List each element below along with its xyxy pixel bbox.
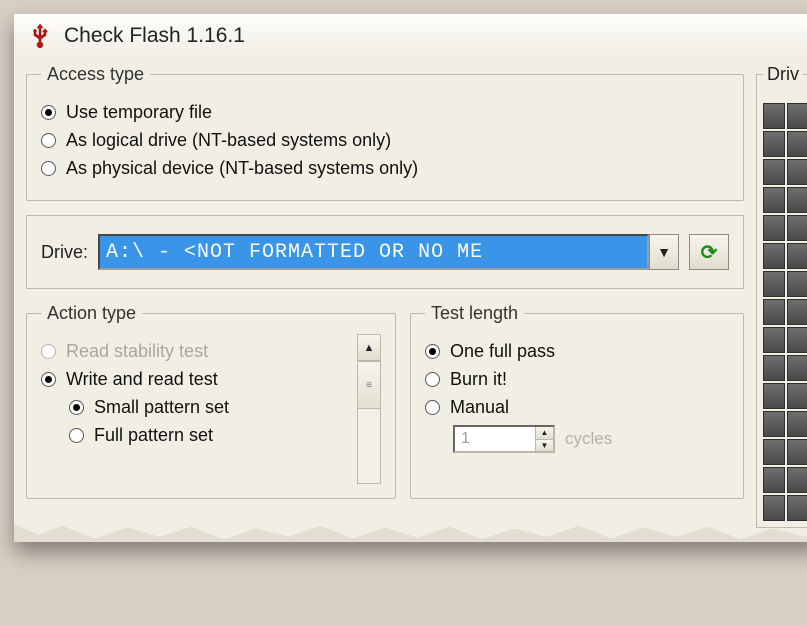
- map-cell: [763, 299, 785, 325]
- radio-icon: [69, 400, 84, 415]
- radio-icon: [425, 344, 440, 359]
- test-length-option-onepass[interactable]: One full pass: [425, 341, 729, 362]
- access-type-option-physical[interactable]: As physical device (NT-based systems onl…: [41, 158, 729, 179]
- radio-label: Read stability test: [66, 341, 208, 362]
- drive-dropdown-button[interactable]: ▼: [649, 234, 679, 270]
- map-cell: [787, 355, 807, 381]
- scroll-thumb[interactable]: ≡: [358, 361, 380, 409]
- app-window: Check Flash 1.16.1 Access type Use tempo…: [14, 14, 807, 542]
- map-cell: [763, 383, 785, 409]
- map-cell: [763, 103, 785, 129]
- map-cell: [787, 131, 807, 157]
- test-length-option-burn[interactable]: Burn it!: [425, 369, 729, 390]
- cycles-spinner[interactable]: ▲ ▼: [453, 425, 555, 453]
- map-cell: [763, 187, 785, 213]
- map-cell: [763, 215, 785, 241]
- access-type-option-temp-file[interactable]: Use temporary file: [41, 102, 729, 123]
- radio-icon: [41, 105, 56, 120]
- pattern-option-full[interactable]: Full pattern set: [69, 425, 351, 446]
- drive-map-grid: [763, 95, 807, 521]
- access-type-group: Access type Use temporary file As logica…: [26, 64, 744, 201]
- action-type-group: Action type Read stability test Write an…: [26, 303, 396, 499]
- map-cell: [787, 495, 807, 521]
- map-cell: [787, 467, 807, 493]
- cycles-input[interactable]: [455, 427, 535, 451]
- map-cell: [787, 159, 807, 185]
- radio-label: Burn it!: [450, 369, 507, 390]
- map-cell: [787, 383, 807, 409]
- scroll-up-icon[interactable]: ▲: [358, 335, 380, 361]
- left-column: Access type Use temporary file As logica…: [26, 64, 744, 528]
- map-cell: [787, 215, 807, 241]
- cycles-up-button[interactable]: ▲: [535, 427, 553, 440]
- map-cell: [763, 355, 785, 381]
- drive-label: Drive:: [41, 242, 88, 263]
- titlebar: Check Flash 1.16.1: [14, 14, 807, 58]
- map-cell: [763, 159, 785, 185]
- drive-selector-box: Drive: A:\ - <NOT FORMATTED OR NO ME ▼ ⟳: [26, 215, 744, 289]
- radio-label: Small pattern set: [94, 397, 229, 418]
- map-cell: [763, 131, 785, 157]
- pattern-subgroup: Small pattern set Full pattern set: [69, 397, 351, 446]
- radio-label: Manual: [450, 397, 509, 418]
- access-type-legend: Access type: [41, 64, 150, 85]
- drive-combobox[interactable]: A:\ - <NOT FORMATTED OR NO ME ▼: [98, 234, 679, 270]
- drive-map-legend: Driv: [763, 64, 803, 85]
- pattern-option-small[interactable]: Small pattern set: [69, 397, 351, 418]
- radio-label: One full pass: [450, 341, 555, 362]
- drive-map-group: Driv: [756, 64, 807, 528]
- map-cell: [763, 327, 785, 353]
- action-option-write-read[interactable]: Write and read test: [41, 369, 351, 390]
- usb-icon: [28, 22, 52, 50]
- map-cell: [787, 103, 807, 129]
- drive-refresh-button[interactable]: ⟳: [689, 234, 729, 270]
- radio-label: As logical drive (NT-based systems only): [66, 130, 391, 151]
- map-cell: [787, 243, 807, 269]
- cycles-row: ▲ ▼ cycles: [453, 425, 729, 453]
- test-length-group: Test length One full pass Burn it! Manua…: [410, 303, 744, 499]
- access-type-option-logical[interactable]: As logical drive (NT-based systems only): [41, 130, 729, 151]
- map-cell: [763, 411, 785, 437]
- radio-icon: [425, 372, 440, 387]
- map-cell: [763, 495, 785, 521]
- action-type-legend: Action type: [41, 303, 142, 324]
- action-type-list: Read stability test Write and read test …: [41, 334, 351, 484]
- map-cell: [763, 439, 785, 465]
- radio-icon: [41, 161, 56, 176]
- client-area: Access type Use temporary file As logica…: [14, 58, 807, 528]
- map-cell: [763, 243, 785, 269]
- cycles-label: cycles: [565, 429, 612, 449]
- test-length-legend: Test length: [425, 303, 524, 324]
- radio-icon: [41, 372, 56, 387]
- map-cell: [787, 187, 807, 213]
- action-scrollbar[interactable]: ▲ ≡: [357, 334, 381, 484]
- radio-icon: [41, 344, 56, 359]
- cycles-down-button[interactable]: ▼: [535, 440, 553, 452]
- map-cell: [787, 327, 807, 353]
- map-cell: [763, 271, 785, 297]
- radio-icon: [425, 400, 440, 415]
- radio-icon: [41, 133, 56, 148]
- radio-label: Write and read test: [66, 369, 218, 390]
- radio-label: Full pattern set: [94, 425, 213, 446]
- test-length-option-manual[interactable]: Manual: [425, 397, 729, 418]
- radio-icon: [69, 428, 84, 443]
- map-cell: [787, 271, 807, 297]
- action-option-read-stability: Read stability test: [41, 341, 351, 362]
- right-column: Driv: [756, 64, 807, 528]
- map-cell: [787, 439, 807, 465]
- lower-row: Action type Read stability test Write an…: [26, 303, 744, 499]
- map-cell: [787, 411, 807, 437]
- refresh-icon: ⟳: [701, 240, 718, 265]
- map-cell: [787, 299, 807, 325]
- radio-label: Use temporary file: [66, 102, 212, 123]
- map-cell: [763, 467, 785, 493]
- radio-label: As physical device (NT-based systems onl…: [66, 158, 418, 179]
- scroll-track[interactable]: [358, 409, 380, 483]
- drive-value: A:\ - <NOT FORMATTED OR NO ME: [98, 234, 649, 270]
- window-title: Check Flash 1.16.1: [64, 24, 245, 48]
